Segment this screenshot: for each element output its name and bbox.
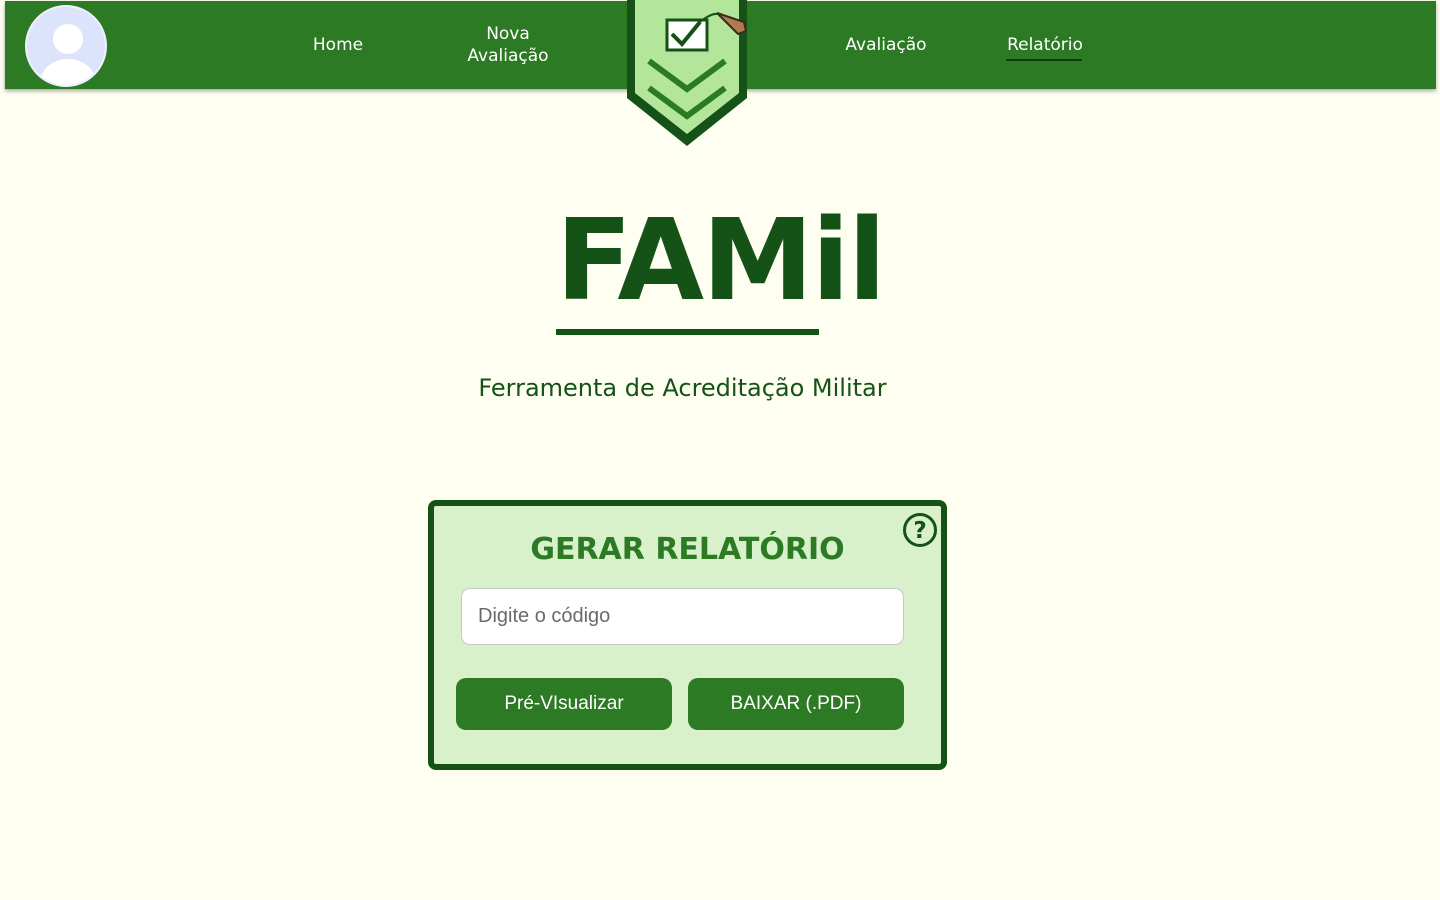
- nav-home-link[interactable]: Home: [295, 34, 381, 56]
- nav-nova-avaliacao-link[interactable]: Nova Avaliação: [445, 23, 571, 67]
- brand-title: FAMil: [555, 196, 887, 326]
- report-card: GERAR RELATÓRIO ? Pré-VIsualizar BAIXAR …: [428, 500, 947, 770]
- question-circle-icon[interactable]: ?: [902, 512, 938, 548]
- nav-avaliacao-link[interactable]: Avaliação: [831, 34, 941, 56]
- report-card-title: GERAR RELATÓRIO: [530, 532, 845, 567]
- user-silhouette-icon: [40, 24, 96, 85]
- nav-relatorio-link[interactable]: Relatório: [995, 34, 1095, 61]
- active-nav-underline: [1006, 59, 1082, 61]
- code-input[interactable]: [461, 588, 904, 645]
- svg-text:?: ?: [913, 518, 926, 544]
- avatar[interactable]: [25, 5, 107, 87]
- nav-relatorio-label: Relatório: [1007, 35, 1083, 55]
- brand-underline: [556, 329, 819, 335]
- preview-button[interactable]: Pré-VIsualizar: [456, 678, 672, 730]
- famil-logo-icon[interactable]: [622, 0, 752, 150]
- brand-subtitle: Ferramenta de Acreditação Militar: [478, 374, 887, 402]
- download-pdf-button[interactable]: BAIXAR (.PDF): [688, 678, 904, 730]
